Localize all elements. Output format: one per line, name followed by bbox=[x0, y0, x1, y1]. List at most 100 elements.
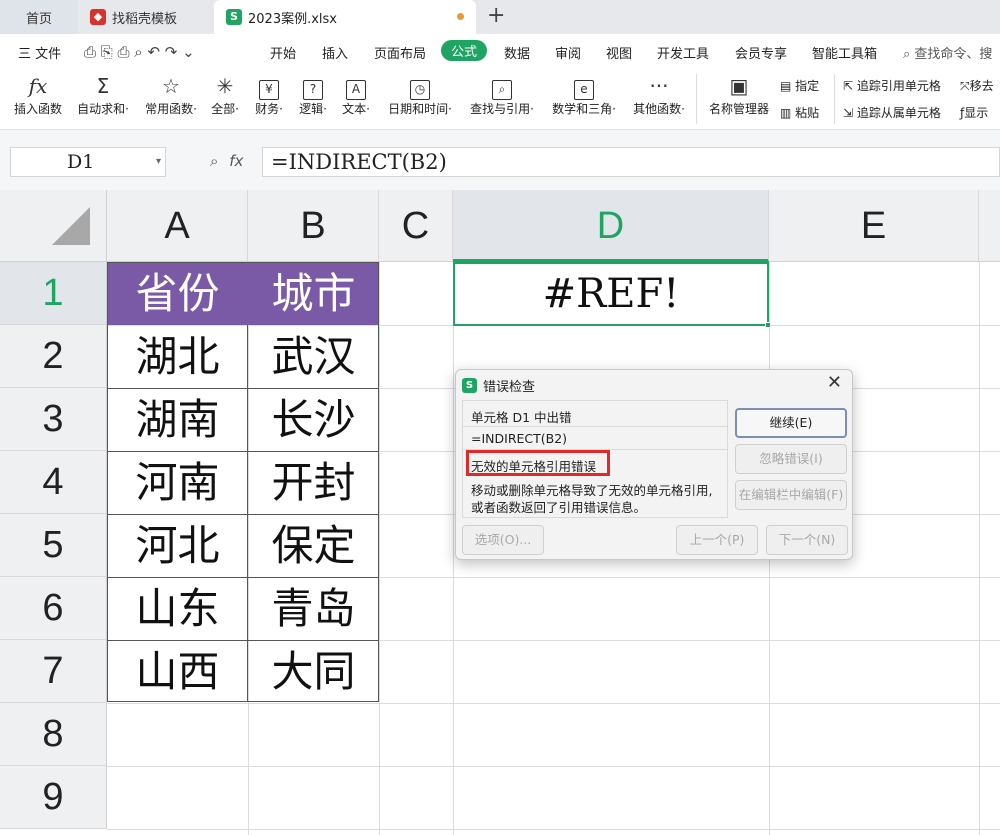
row-header-9[interactable]: 9 bbox=[0, 766, 107, 829]
next-button[interactable]: 下一个(N) bbox=[766, 525, 848, 555]
clock-icon: ◷ bbox=[410, 80, 430, 100]
tab-file[interactable]: S 2023案例.xlsx bbox=[214, 0, 476, 34]
edit-in-formula-bar-button[interactable]: 在编辑栏中编辑(F) bbox=[735, 480, 847, 510]
menu-review[interactable]: 审阅 bbox=[555, 43, 581, 62]
cell-b4[interactable]: 开封 bbox=[248, 451, 379, 514]
cell-b2[interactable]: 武汉 bbox=[248, 325, 379, 388]
all-functions-label: 全部· bbox=[211, 102, 239, 116]
menu-formula[interactable]: 公式 bbox=[441, 40, 488, 61]
trace-precedents-button[interactable]: ⇱ 追踪引用单元格 bbox=[843, 77, 941, 94]
row-header-5[interactable]: 5 bbox=[0, 514, 107, 577]
cell-b7[interactable]: 大同 bbox=[248, 640, 379, 703]
column-header-f[interactable] bbox=[979, 190, 1000, 262]
all-functions-button[interactable]: ✳ 全部· bbox=[208, 72, 242, 117]
trace-dependents-label: 追踪从属单元格 bbox=[856, 106, 941, 120]
math-trig-button[interactable]: e 数学和三角· bbox=[545, 72, 623, 117]
menu-insert[interactable]: 插入 bbox=[322, 43, 348, 62]
spreadsheet-icon: S bbox=[226, 9, 242, 25]
quick-access-icons[interactable]: ⎙ ⎘ ⎙ ⌕ ↶ ↷ ⌄ bbox=[84, 43, 195, 61]
continue-button[interactable]: 继续(E) bbox=[735, 408, 847, 438]
name-box[interactable]: D1 ▾ bbox=[10, 147, 166, 177]
cell-a3[interactable]: 湖南 bbox=[107, 388, 248, 451]
cell-a4[interactable]: 河南 bbox=[107, 451, 248, 514]
column-header-d[interactable]: D bbox=[453, 190, 769, 262]
show-formulas-label: 显示 bbox=[964, 106, 989, 120]
tab-home-label: 首页 bbox=[25, 11, 52, 27]
menu-smart-toolbox[interactable]: 智能工具箱 bbox=[812, 43, 877, 62]
row-header-1[interactable]: 1 bbox=[0, 262, 107, 325]
show-formulas-button[interactable]: ƒ显示 bbox=[960, 104, 988, 121]
cell-d1[interactable]: #REF! bbox=[453, 262, 771, 328]
assign-name-button[interactable]: ▤ 指定 bbox=[780, 77, 819, 94]
menu-start[interactable]: 开始 bbox=[270, 43, 296, 62]
logic-button[interactable]: ? 逻辑· bbox=[294, 72, 332, 117]
formula-input[interactable]: =INDIRECT(B2) bbox=[262, 147, 1000, 177]
math-trig-label: 数学和三角· bbox=[552, 102, 616, 116]
close-icon[interactable]: ✕ bbox=[827, 372, 842, 393]
cell-b6[interactable]: 青岛 bbox=[248, 577, 379, 640]
cell-b1[interactable]: 城市 bbox=[248, 262, 379, 325]
name-manager-button[interactable]: ▣ 名称管理器 bbox=[704, 72, 774, 117]
lookup-reference-label: 查找与引用· bbox=[470, 102, 534, 116]
menu-member[interactable]: 会员专享 bbox=[735, 43, 787, 62]
zoom-icon[interactable]: ⌕ bbox=[210, 152, 218, 170]
other-functions-label: 其他函数· bbox=[633, 102, 685, 116]
row-header-3[interactable]: 3 bbox=[0, 388, 107, 451]
error-formula: =INDIRECT(B2) bbox=[471, 431, 568, 446]
row-header-8[interactable]: 8 bbox=[0, 703, 107, 766]
column-header-c[interactable]: C bbox=[379, 190, 453, 262]
common-functions-button[interactable]: ☆ 常用函数· bbox=[140, 72, 202, 117]
fx-icon[interactable]: fx bbox=[229, 152, 243, 170]
text-label: 文本· bbox=[342, 102, 370, 116]
trace-dependents-icon: ⇲ bbox=[843, 106, 854, 120]
menu-file[interactable]: 三 文件 bbox=[18, 43, 61, 62]
chevron-down-icon[interactable]: ▾ bbox=[156, 148, 161, 176]
column-header-e[interactable]: E bbox=[769, 190, 979, 262]
cell-a2[interactable]: 湖北 bbox=[107, 325, 248, 388]
cell-b3[interactable]: 长沙 bbox=[248, 388, 379, 451]
cell-a7[interactable]: 山西 bbox=[107, 640, 248, 703]
row-header-2[interactable]: 2 bbox=[0, 325, 107, 388]
finance-button[interactable]: ¥ 财务· bbox=[250, 72, 288, 117]
menu-page-layout[interactable]: 页面布局 bbox=[374, 43, 426, 62]
remove-arrows-button[interactable]: ⤧移去 bbox=[960, 77, 994, 94]
cell-b5[interactable]: 保定 bbox=[248, 514, 379, 577]
row-header-4[interactable]: 4 bbox=[0, 451, 107, 514]
menu-view[interactable]: 视图 bbox=[606, 43, 632, 62]
table-border bbox=[107, 388, 379, 389]
paste-name-button[interactable]: ▥ 粘贴 bbox=[780, 104, 819, 121]
remove-arrows-icon: ⤧ bbox=[960, 79, 970, 93]
row-header-7[interactable]: 7 bbox=[0, 640, 107, 703]
new-tab-button[interactable]: + bbox=[487, 3, 505, 28]
cell-a1[interactable]: 省份 bbox=[107, 262, 248, 325]
autosum-button[interactable]: Σ 自动求和· bbox=[72, 72, 134, 117]
lookup-icon: ⌕ bbox=[492, 80, 512, 100]
row-header-6[interactable]: 6 bbox=[0, 577, 107, 640]
question-icon: ? bbox=[303, 80, 323, 100]
column-header-a[interactable]: A bbox=[107, 190, 248, 262]
cell-a6[interactable]: 山东 bbox=[107, 577, 248, 640]
options-button[interactable]: 选项(O)... bbox=[462, 525, 544, 555]
fill-handle[interactable] bbox=[765, 322, 771, 328]
menu-developer[interactable]: 开发工具 bbox=[657, 43, 709, 62]
tab-template[interactable]: ◆ 找稻壳模板 bbox=[78, 0, 213, 34]
lookup-reference-button[interactable]: ⌕ 查找与引用· bbox=[463, 72, 541, 117]
fx-icon: fx bbox=[28, 74, 48, 98]
select-all-corner[interactable] bbox=[0, 190, 107, 262]
previous-button[interactable]: 上一个(P) bbox=[676, 525, 758, 555]
insert-function-button[interactable]: fx 插入函数 bbox=[10, 72, 66, 117]
menu-data[interactable]: 数据 bbox=[504, 43, 530, 62]
trace-dependents-button[interactable]: ⇲ 追踪从属单元格 bbox=[843, 104, 941, 121]
ribbon-divider bbox=[834, 74, 835, 124]
command-search[interactable]: ⌕ 查找命令、搜 bbox=[903, 43, 992, 62]
tab-bar: 首页 ◆ 找稻壳模板 S 2023案例.xlsx + bbox=[0, 0, 1000, 34]
trace-precedents-icon: ⇱ bbox=[843, 79, 854, 93]
column-header-b[interactable]: B bbox=[248, 190, 379, 262]
cell-a5[interactable]: 河北 bbox=[107, 514, 248, 577]
date-time-button[interactable]: ◷ 日期和时间· bbox=[382, 72, 458, 117]
other-functions-button[interactable]: ··· 其他函数· bbox=[627, 72, 691, 117]
ignore-error-button[interactable]: 忽略错误(I) bbox=[735, 444, 847, 474]
docer-logo-icon: ◆ bbox=[90, 9, 106, 25]
text-button[interactable]: A 文本· bbox=[337, 72, 375, 117]
tab-home[interactable]: 首页 bbox=[0, 0, 78, 34]
